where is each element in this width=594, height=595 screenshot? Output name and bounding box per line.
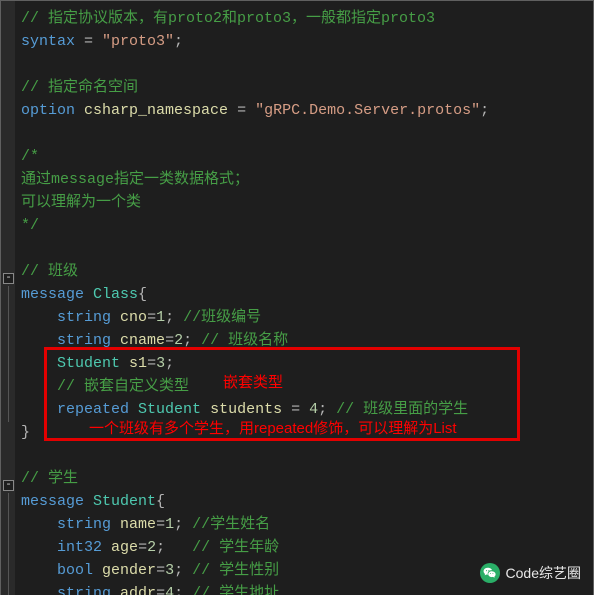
code-line[interactable]: /* <box>1 145 593 168</box>
comment: // 班级 <box>21 263 78 280</box>
annotation-label-nested: 嵌套类型 <box>223 371 283 392</box>
code-line[interactable]: Student s1=3; <box>1 352 593 375</box>
code-line[interactable]: // 指定命名空间 <box>1 76 593 99</box>
watermark: Code综艺圈 <box>480 563 581 583</box>
code-line[interactable]: // 嵌套自定义类型 <box>1 375 593 398</box>
code-line[interactable]: 可以理解为一个类 <box>1 191 593 214</box>
code-editor[interactable]: - - // 指定协议版本，有proto2和proto3，一般都指定proto3… <box>0 0 594 595</box>
comment: /* <box>21 148 39 165</box>
comment: // 嵌套自定义类型 <box>57 378 189 395</box>
code-line[interactable]: option csharp_namespace = "gRPC.Demo.Ser… <box>1 99 593 122</box>
code-line[interactable]: message Student{ <box>1 490 593 513</box>
code-line[interactable]: int32 age=2; // 学生年龄 <box>1 536 593 559</box>
annotation-label-repeated: 一个班级有多个学生，用repeated修饰，可以理解为List <box>89 417 457 438</box>
comment: // 班级里面的学生 <box>336 401 468 418</box>
code-line[interactable]: string name=1; //学生姓名 <box>1 513 593 536</box>
code-line[interactable]: 通过message指定一类数据格式； <box>1 168 593 191</box>
code-line[interactable]: string addr=4; // 学生地址 <box>1 582 593 595</box>
comment: */ <box>21 217 39 234</box>
comment: 通过message指定一类数据格式； <box>21 171 249 188</box>
code-line[interactable]: // 学生 <box>1 467 593 490</box>
code-line[interactable]: string cname=2; // 班级名称 <box>1 329 593 352</box>
comment: // 学生 <box>21 470 78 487</box>
code-line[interactable] <box>1 122 593 145</box>
code-line[interactable]: syntax = "proto3"; <box>1 30 593 53</box>
comment: 可以理解为一个类 <box>21 194 141 211</box>
code-line[interactable]: string cno=1; //班级编号 <box>1 306 593 329</box>
watermark-label: Code综艺圈 <box>506 563 581 583</box>
comment: // 班级名称 <box>201 332 288 349</box>
comment: // 学生年龄 <box>192 539 279 556</box>
code-line[interactable] <box>1 53 593 76</box>
wechat-icon <box>480 563 500 583</box>
code-line[interactable]: message Class{ <box>1 283 593 306</box>
comment: // 学生地址 <box>192 585 279 595</box>
comment: // 指定协议版本，有proto2和proto3，一般都指定proto3 <box>21 10 435 27</box>
code-line[interactable] <box>1 237 593 260</box>
code-line[interactable]: // 指定协议版本，有proto2和proto3，一般都指定proto3 <box>1 7 593 30</box>
fold-toggle-class[interactable]: - <box>3 273 14 284</box>
fold-guide-student <box>8 493 9 595</box>
code-line[interactable] <box>1 444 593 467</box>
code-line[interactable]: */ <box>1 214 593 237</box>
comment: // 指定命名空间 <box>21 79 138 96</box>
comment: //学生姓名 <box>192 516 270 533</box>
code-line[interactable]: // 班级 <box>1 260 593 283</box>
fold-toggle-student[interactable]: - <box>3 480 14 491</box>
comment: //班级编号 <box>183 309 261 326</box>
comment: // 学生性别 <box>192 562 279 579</box>
fold-guide-class <box>8 286 9 422</box>
